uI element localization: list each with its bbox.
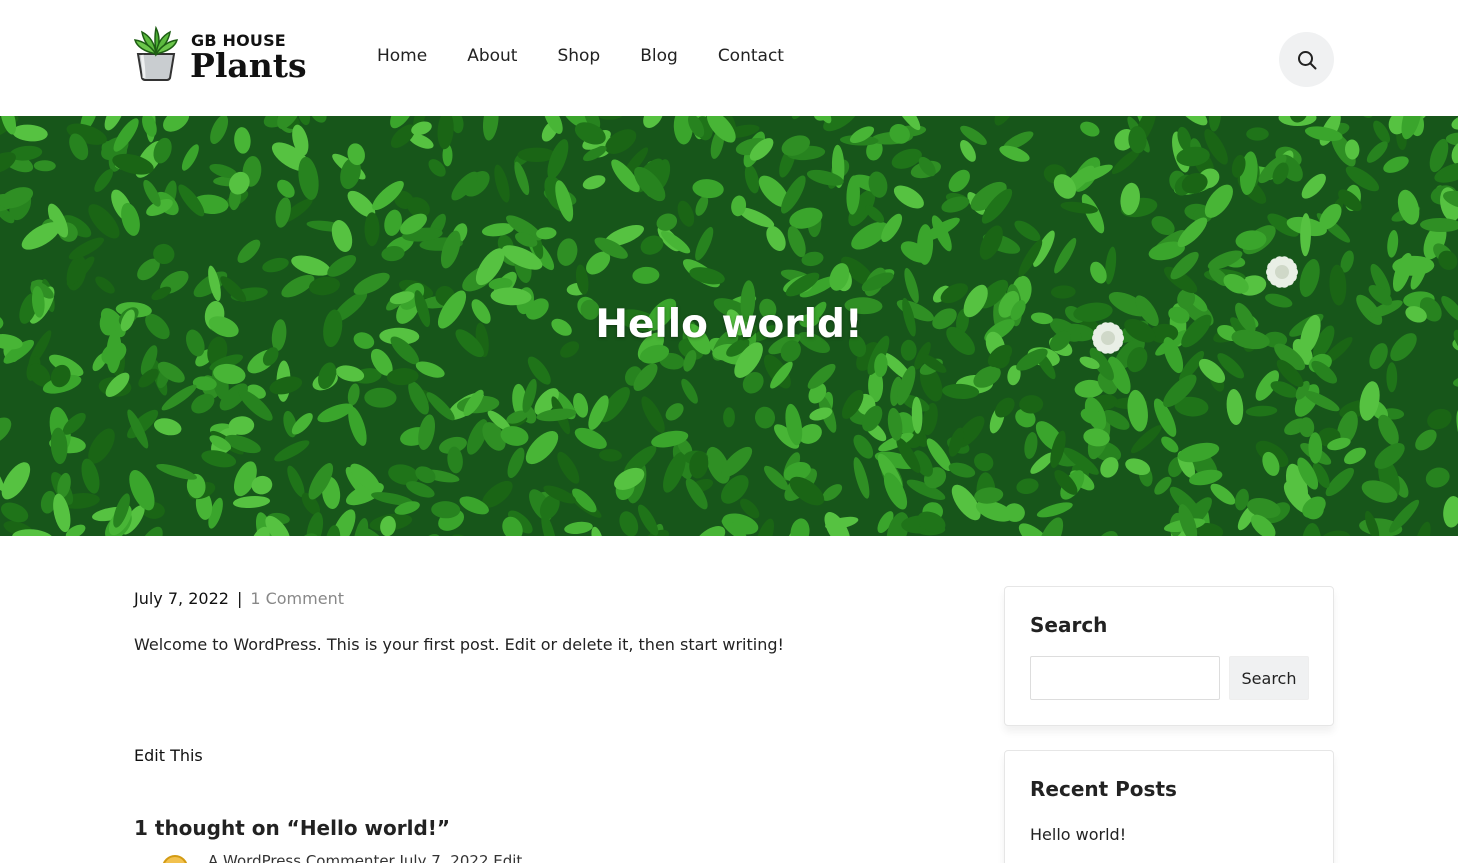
nav-blog[interactable]: Blog <box>640 46 678 66</box>
post-body: Welcome to WordPress. This is your first… <box>134 635 784 654</box>
header-search-button[interactable] <box>1279 32 1334 87</box>
search-widget: Search Search <box>1004 586 1334 726</box>
comment-meta-text: A WordPress Commenter July 7, 2022 Edit <box>208 852 523 863</box>
search-icon <box>1297 50 1316 69</box>
recent-post-link[interactable]: Hello world! <box>1030 825 1126 844</box>
meta-separator: | <box>236 589 243 608</box>
comments-heading: 1 thought on “Hello world!” <box>134 816 451 840</box>
comments-link[interactable]: 1 Comment <box>250 589 344 608</box>
main-nav: Home About Shop Blog Contact <box>377 46 824 66</box>
nav-contact[interactable]: Contact <box>718 46 784 66</box>
post-meta: July 7, 2022 | 1 Comment <box>134 589 344 608</box>
nav-about[interactable]: About <box>467 46 517 66</box>
edit-post-link[interactable]: Edit This <box>134 746 203 765</box>
post-date: July 7, 2022 <box>134 589 229 608</box>
plant-pot-icon <box>134 25 178 81</box>
page-title: Hello world! <box>595 302 863 347</box>
comment-meta: A WordPress Commenter July 7, 2022 Edit <box>162 852 522 863</box>
site-header: GB HOUSE Plants Home About Shop Blog Con… <box>0 0 1458 116</box>
recent-posts-title: Recent Posts <box>1030 777 1177 801</box>
search-input[interactable] <box>1030 656 1220 700</box>
nav-home[interactable]: Home <box>377 46 427 66</box>
search-widget-title: Search <box>1030 613 1108 637</box>
nav-shop[interactable]: Shop <box>557 46 600 66</box>
logo-name: Plants <box>190 46 307 85</box>
search-button[interactable]: Search <box>1229 656 1309 700</box>
site-logo[interactable]: GB HOUSE Plants <box>134 24 307 85</box>
recent-posts-widget: Recent Posts Hello world! <box>1004 750 1334 863</box>
hero-banner: Hello world! <box>0 116 1458 536</box>
